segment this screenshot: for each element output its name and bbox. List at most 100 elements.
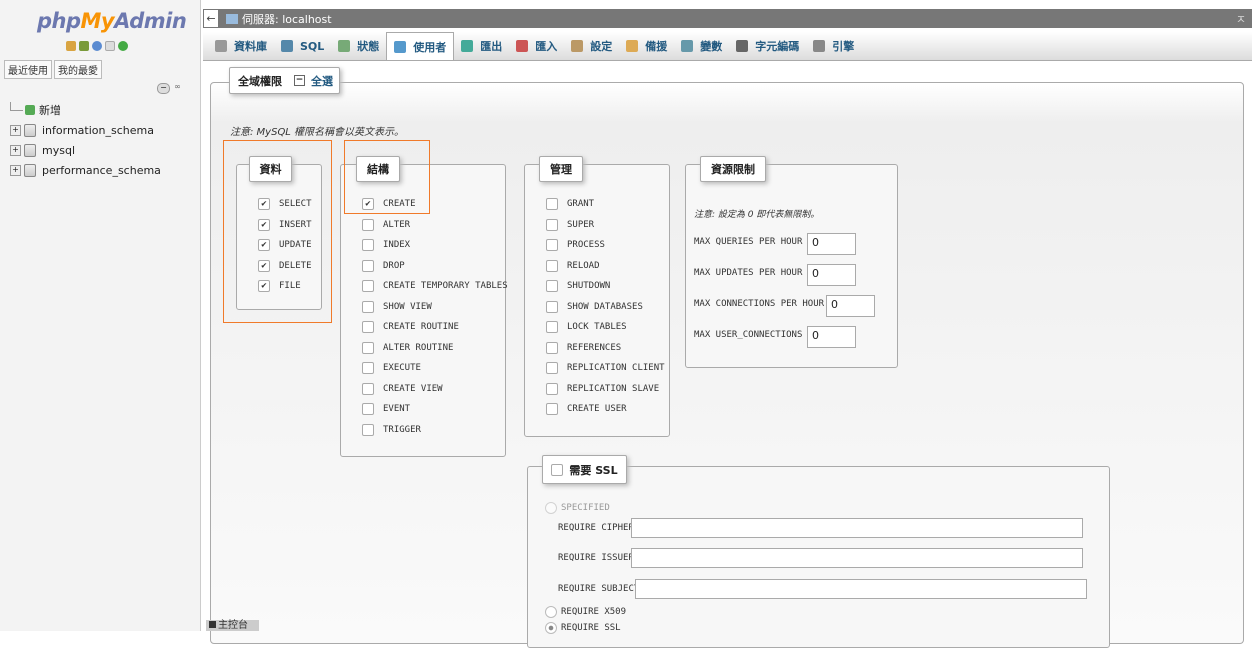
privilege-reload[interactable]: RELOAD [546, 259, 600, 272]
console-toggle[interactable]: 主控台 [206, 620, 259, 631]
tree-item-information-schema[interactable]: + information_schema [10, 120, 161, 140]
docs-icon[interactable] [105, 41, 115, 51]
require-cipher-input[interactable] [631, 518, 1083, 538]
privilege-checkbox[interactable] [546, 259, 558, 272]
tree-item-label[interactable]: 新增 [39, 102, 61, 118]
ssl-specified-option[interactable]: SPECIFIED [545, 502, 610, 514]
limit-input[interactable]: 0 [807, 326, 856, 348]
privilege-checkbox[interactable] [362, 239, 374, 251]
tab-sql[interactable]: SQL [274, 32, 331, 60]
expand-icon[interactable]: + [10, 164, 21, 176]
expand-icon[interactable]: + [10, 124, 21, 136]
privilege-checkbox[interactable] [362, 423, 374, 436]
privilege-alter-routine[interactable]: ALTER ROUTINE [362, 341, 453, 354]
tab-engine[interactable]: 引擎 [806, 32, 861, 60]
require-x509-radio[interactable] [545, 606, 557, 618]
select-all-link[interactable]: 全選 [311, 73, 333, 89]
privilege-process[interactable]: PROCESS [546, 239, 605, 251]
privilege-event[interactable]: EVENT [362, 403, 410, 415]
require-issuer-input[interactable] [631, 548, 1083, 568]
tab-users[interactable]: 使用者 [386, 32, 455, 60]
tree-item-label[interactable]: performance_schema [42, 164, 161, 177]
limit-input[interactable]: 0 [807, 233, 856, 255]
tab-variables[interactable]: 變數 [674, 32, 729, 60]
privilege-lock-tables[interactable]: LOCK TABLES [546, 321, 627, 333]
privilege-references[interactable]: REFERENCES [546, 341, 621, 354]
privilege-drop[interactable]: DROP [362, 259, 405, 272]
privilege-shutdown[interactable]: SHUTDOWN [546, 280, 610, 292]
collapse-menu-icon[interactable]: ㅈ [1236, 11, 1246, 27]
favorites-tab[interactable]: 我的最愛 [54, 60, 102, 79]
tree-item-label[interactable]: mysql [42, 144, 75, 157]
tab-status[interactable]: 狀態 [331, 32, 386, 60]
expand-icon[interactable]: + [10, 144, 21, 156]
ssl-specified-radio[interactable] [545, 502, 557, 514]
tab-label: 變數 [700, 40, 723, 53]
privilege-replication-client[interactable]: REPLICATION CLIENT [546, 362, 665, 374]
privilege-alter[interactable]: ALTER [362, 218, 410, 231]
privilege-checkbox[interactable] [546, 300, 558, 313]
privilege-create-view[interactable]: CREATE VIEW [362, 382, 443, 395]
privilege-checkbox[interactable] [362, 403, 374, 415]
privilege-checkbox[interactable] [362, 382, 374, 395]
tree-item-mysql[interactable]: + mysql [10, 140, 161, 160]
privilege-checkbox[interactable] [546, 382, 558, 395]
tab-database[interactable]: 資料庫 [203, 32, 274, 60]
privilege-checkbox[interactable] [362, 341, 374, 354]
tree-item-label[interactable]: information_schema [42, 124, 154, 137]
engine-icon [813, 40, 826, 52]
privilege-checkbox[interactable] [362, 362, 374, 374]
help-icon[interactable] [92, 41, 102, 51]
privilege-checkbox[interactable] [362, 300, 374, 313]
privilege-grant[interactable]: GRANT [546, 198, 594, 210]
server-breadcrumb[interactable]: 伺服器: localhost [242, 11, 332, 27]
limit-input[interactable]: 0 [826, 295, 875, 317]
home-icon[interactable] [66, 41, 76, 51]
tab-settings[interactable]: 設定 [564, 32, 619, 60]
link-icon[interactable]: ∞ [172, 83, 183, 92]
tree-item-performance-schema[interactable]: + performance_schema [10, 160, 161, 180]
tab-import[interactable]: 匯入 [509, 32, 564, 60]
exit-icon[interactable] [79, 41, 89, 51]
require-ssl-option[interactable]: REQUIRE SSL [545, 622, 621, 634]
privilege-checkbox[interactable] [546, 280, 558, 292]
privilege-checkbox[interactable] [546, 341, 558, 354]
tree-item-new[interactable]: 新增 [10, 100, 161, 120]
privilege-index[interactable]: INDEX [362, 239, 410, 251]
collapse-navigation-icon[interactable]: ← [204, 10, 218, 27]
tab-charset[interactable]: 字元編碼 [729, 32, 806, 60]
phpmyadmin-logo[interactable]: phpMyAdmin [37, 9, 187, 33]
privilege-checkbox[interactable] [546, 321, 558, 333]
global-privileges-title: 全域權限 [238, 74, 282, 88]
tab-export[interactable]: 匯出 [454, 32, 509, 60]
recent-tab[interactable]: 最近使用 [4, 60, 52, 79]
checkbox-minus-icon[interactable]: − [294, 75, 305, 86]
privilege-show-view[interactable]: SHOW VIEW [362, 300, 432, 313]
privilege-create-temporary-tables[interactable]: CREATE TEMPORARY TABLES [362, 280, 508, 292]
privilege-create-routine[interactable]: CREATE ROUTINE [362, 321, 459, 333]
reload-icon[interactable] [118, 41, 128, 51]
privilege-show-databases[interactable]: SHOW DATABASES [546, 300, 643, 313]
require-ssl-checkbox[interactable] [551, 463, 564, 476]
privilege-checkbox[interactable] [362, 280, 374, 292]
privilege-replication-slave[interactable]: REPLICATION SLAVE [546, 382, 659, 395]
privilege-checkbox[interactable] [546, 218, 558, 231]
require-ssl-radio[interactable] [545, 622, 557, 634]
privilege-checkbox[interactable] [546, 403, 558, 415]
require-x509-option[interactable]: REQUIRE X509 [545, 606, 626, 618]
privilege-checkbox[interactable] [362, 259, 374, 272]
privilege-trigger[interactable]: TRIGGER [362, 423, 421, 436]
tab-replication[interactable]: 備援 [619, 32, 674, 60]
privilege-execute[interactable]: EXECUTE [362, 362, 421, 374]
collapse-all-icon[interactable]: − [157, 83, 170, 94]
privilege-checkbox[interactable] [546, 198, 558, 210]
privilege-checkbox[interactable] [362, 321, 374, 333]
privilege-super[interactable]: SUPER [546, 218, 594, 231]
privilege-checkbox[interactable] [546, 362, 558, 374]
resource-limits-legend: 資源限制 [700, 156, 766, 182]
privilege-checkbox[interactable] [362, 218, 374, 231]
privilege-create-user[interactable]: CREATE USER [546, 403, 627, 415]
limit-input[interactable]: 0 [807, 264, 856, 286]
privilege-checkbox[interactable] [546, 239, 558, 251]
require-subject-input[interactable] [635, 579, 1087, 599]
